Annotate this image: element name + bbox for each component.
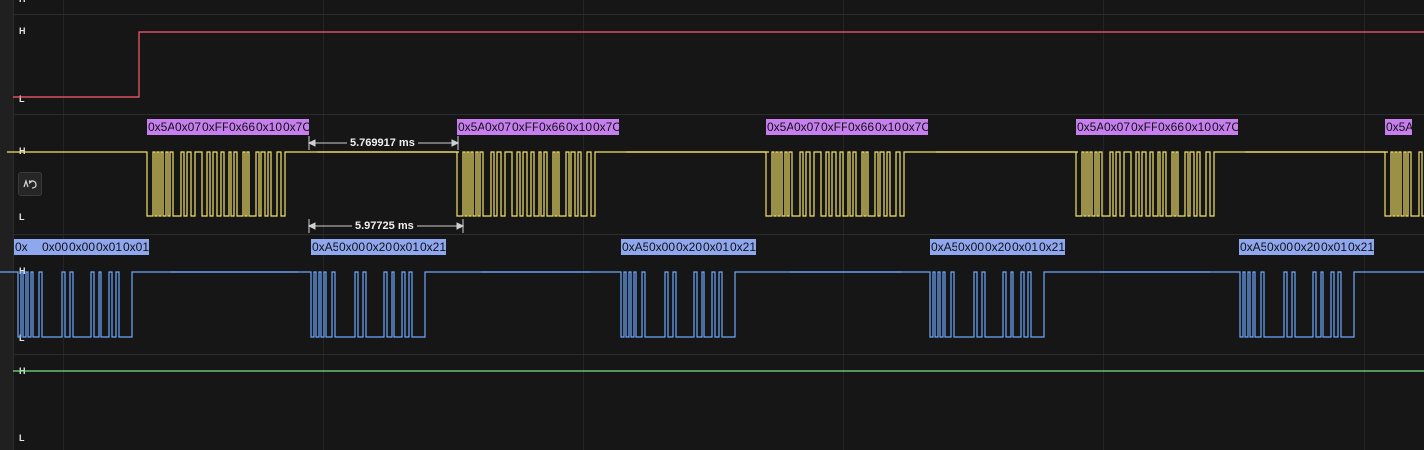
decoded-byte-label[interactable]: 0x07 xyxy=(1103,119,1130,135)
channel-1-burst xyxy=(1245,151,1424,217)
decoded-byte-label[interactable]: 0x00 xyxy=(41,239,68,255)
decoded-byte-label[interactable]: 0xA5 xyxy=(621,239,648,255)
decoded-byte-label[interactable]: 0x66 xyxy=(1157,119,1184,135)
channel-2-burst xyxy=(0,271,298,338)
decoded-byte-label[interactable]: 0xFF xyxy=(511,119,538,135)
channel-1-burst xyxy=(626,151,1078,217)
decoded-byte-label[interactable]: 0x07 xyxy=(793,119,820,135)
decoded-byte-label[interactable]: 0x00 xyxy=(338,239,365,255)
decoded-byte-label[interactable]: 0x10 xyxy=(565,119,592,135)
decoded-byte-label[interactable]: 0xA5 xyxy=(1239,239,1266,255)
decoded-byte-label[interactable]: 0x5A xyxy=(766,119,793,135)
decoded-byte-label[interactable]: 0x5A xyxy=(1385,119,1412,135)
channel-1-burst xyxy=(317,151,769,217)
channel-1-waveform xyxy=(7,151,1424,217)
decoded-byte-label[interactable]: 0x01 xyxy=(392,239,419,255)
decoded-byte-label[interactable]: 0xA5 xyxy=(930,239,957,255)
undo-wave-icon xyxy=(23,178,37,189)
measurement-lower-label: 5.97725 ms xyxy=(352,220,417,233)
decoded-byte-label[interactable]: 0x5A xyxy=(147,119,174,135)
decoded-byte-label[interactable]: 0x66 xyxy=(228,119,255,135)
channel-2-burst xyxy=(1100,271,1424,338)
decoded-byte-label[interactable]: 0x20 xyxy=(365,239,392,255)
decoded-byte-label[interactable]: 0x66 xyxy=(538,119,565,135)
decoded-byte-label[interactable]: 0x00 xyxy=(957,239,984,255)
decoded-byte-label[interactable]: 0x66 xyxy=(847,119,874,135)
decoded-byte-label[interactable]: 0xFF xyxy=(201,119,228,135)
decoded-byte-label[interactable]: 0xA5 xyxy=(311,239,338,255)
decoded-byte-label[interactable]: 0x10 xyxy=(255,119,282,135)
decoded-byte-label[interactable]: 0x21 xyxy=(1038,239,1065,255)
decoded-byte-label[interactable]: 0x5A xyxy=(1076,119,1103,135)
channel-2-burst xyxy=(171,271,591,338)
decoded-byte-label[interactable]: 0x21 xyxy=(1347,239,1374,255)
decoded-byte-label[interactable]: 0xFF xyxy=(1130,119,1157,135)
channel-2-burst xyxy=(481,271,901,338)
logic-analyzer-view[interactable]: H H L H L H L H L 5.769917 ms 5.97725 ms xyxy=(0,0,1424,450)
decoded-byte-label[interactable]: 0x01 xyxy=(1320,239,1347,255)
channel-2-burst xyxy=(790,271,1210,338)
reset-wave-button[interactable] xyxy=(18,172,42,196)
decoded-byte-label[interactable]: 0x21 xyxy=(419,239,446,255)
decoded-byte-label[interactable]: 0x10 xyxy=(1184,119,1211,135)
measurement-upper-label: 5.769917 ms xyxy=(347,137,418,150)
decoded-byte-label[interactable]: 0x00 xyxy=(648,239,675,255)
decoded-byte-label[interactable]: 0x01 xyxy=(702,239,729,255)
decoded-byte-label[interactable]: 0x20 xyxy=(1293,239,1320,255)
decoded-byte-label[interactable]: 0x10 xyxy=(874,119,901,135)
decoded-byte-label[interactable]: 0x7C xyxy=(901,119,928,135)
decoded-byte-label[interactable]: 0x20 xyxy=(984,239,1011,255)
channel-1-burst xyxy=(7,151,459,217)
decoded-byte-label[interactable]: 0x01 xyxy=(95,239,122,255)
decoded-byte-label[interactable]: 0x01 xyxy=(1011,239,1038,255)
decoded-byte-label[interactable]: 0x7C xyxy=(592,119,619,135)
decoded-byte-label[interactable]: 0x7C xyxy=(282,119,309,135)
decoded-byte-label[interactable]: 0x01 xyxy=(122,239,149,255)
decoded-byte-label[interactable]: 0x xyxy=(14,239,41,255)
channel-1-burst xyxy=(936,151,1388,217)
decoded-byte-label[interactable]: 0x00 xyxy=(68,239,95,255)
decoded-byte-label[interactable]: 0xFF xyxy=(820,119,847,135)
decoded-byte-label[interactable]: 0x20 xyxy=(675,239,702,255)
decoded-byte-label[interactable]: 0x07 xyxy=(484,119,511,135)
decoded-byte-label[interactable]: 0x21 xyxy=(729,239,756,255)
waveform-canvas[interactable] xyxy=(0,0,1424,450)
decoded-byte-label[interactable]: 0x5A xyxy=(457,119,484,135)
decoded-byte-label[interactable]: 0x7C xyxy=(1211,119,1238,135)
channel-0-waveform xyxy=(13,31,1424,98)
decoded-byte-label[interactable]: 0x00 xyxy=(1266,239,1293,255)
decoded-byte-label[interactable]: 0x07 xyxy=(174,119,201,135)
channel-2-waveform xyxy=(0,271,1424,338)
